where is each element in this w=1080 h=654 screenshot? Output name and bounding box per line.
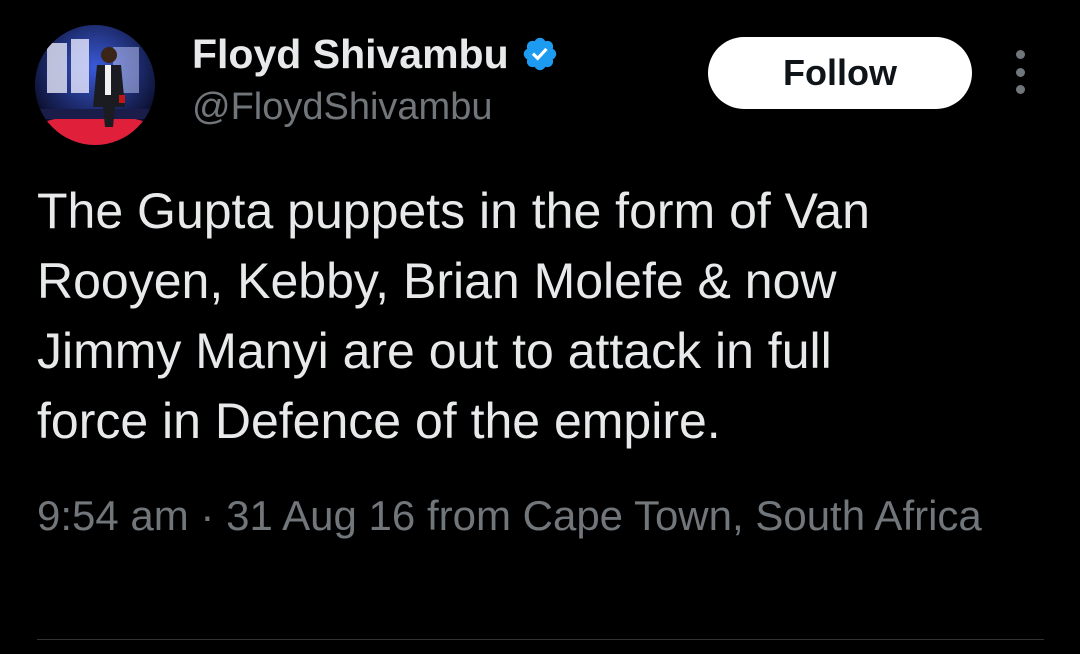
source-prefix: from bbox=[415, 492, 523, 539]
display-name[interactable]: Floyd Shivambu bbox=[192, 31, 509, 78]
more-dot bbox=[1015, 67, 1025, 77]
verified-badge-icon[interactable] bbox=[521, 35, 559, 73]
name-row: Floyd Shivambu bbox=[192, 30, 559, 78]
divider bbox=[37, 639, 1044, 640]
tweet-location[interactable]: Cape Town, South Africa bbox=[523, 492, 982, 539]
tweet-time[interactable]: 9:54 am bbox=[37, 492, 189, 539]
tweet-date[interactable]: 31 Aug 16 bbox=[226, 492, 415, 539]
more-options-icon[interactable] bbox=[1002, 50, 1038, 94]
avatar[interactable] bbox=[35, 25, 155, 145]
author-info: Floyd Shivambu @FloydShivambu bbox=[192, 30, 559, 129]
tweet-metadata: 9:54 am · 31 Aug 16 from Cape Town, Sout… bbox=[37, 486, 1037, 546]
tweet-detail: Floyd Shivambu @FloydShivambu Follow The… bbox=[0, 0, 1080, 654]
more-dot bbox=[1015, 50, 1025, 59]
tweet-text: The Gupta puppets in the form of Van Roo… bbox=[37, 183, 870, 449]
follow-button[interactable]: Follow bbox=[708, 37, 972, 109]
user-handle[interactable]: @FloydShivambu bbox=[192, 86, 559, 129]
profile-photo-icon bbox=[35, 25, 155, 145]
meta-separator: · bbox=[188, 492, 227, 539]
more-dot bbox=[1015, 85, 1025, 94]
